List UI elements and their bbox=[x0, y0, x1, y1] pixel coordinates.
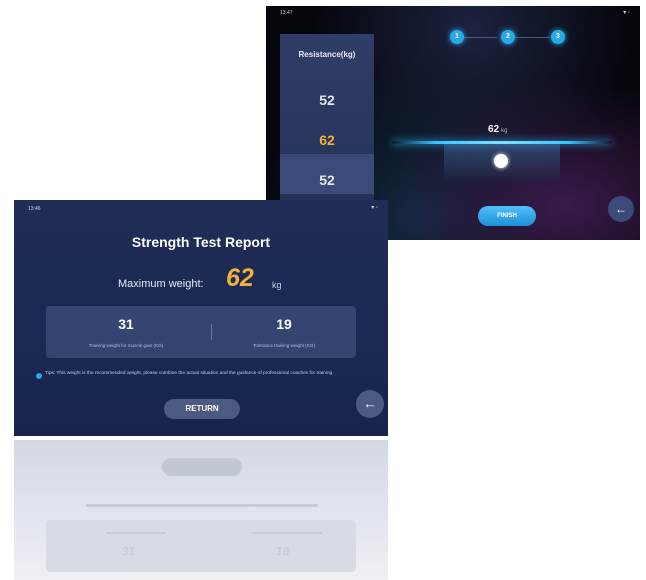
back-button[interactable]: ← bbox=[608, 196, 634, 222]
muscle-gain-weight-value: 31 bbox=[118, 316, 134, 332]
report-screen: 13:46 ▾ ◦ Strength Test Report Maximum w… bbox=[14, 200, 388, 436]
status-icons: ▾ ◦ bbox=[623, 10, 630, 16]
reflection-text-shape bbox=[86, 504, 318, 507]
resistance-option-selected[interactable]: 62 bbox=[280, 132, 374, 148]
status-time: 13:46 bbox=[28, 206, 41, 212]
page-title: Strength Test Report bbox=[131, 234, 271, 250]
tip-text: Tips: This weight is the recommended wei… bbox=[45, 371, 333, 376]
status-icons: ▾ ◦ bbox=[371, 205, 378, 211]
weight-slider-knob[interactable] bbox=[494, 154, 508, 168]
status-time: 13:47 bbox=[280, 10, 293, 16]
screen-reflection: 31 19 bbox=[14, 440, 388, 580]
reflection-card-shape bbox=[46, 520, 356, 572]
resistance-picker[interactable]: Resistance(kg) 52 62 52 bbox=[280, 34, 374, 228]
resistance-option[interactable]: 52 bbox=[280, 92, 374, 108]
reflection-number-2: 19 bbox=[276, 544, 290, 558]
step-3: 3 bbox=[551, 30, 565, 44]
arrow-left-icon: ← bbox=[615, 202, 627, 216]
info-icon bbox=[36, 373, 42, 379]
step-1: 1 bbox=[450, 30, 464, 44]
step-indicator: 1 2 3 bbox=[444, 30, 565, 46]
muscle-gain-weight-label: Training weight for muscle gain (KG) bbox=[88, 343, 164, 348]
reflection-text-shape bbox=[252, 532, 322, 534]
reflection-text-shape bbox=[106, 532, 166, 534]
reflection-button-shape bbox=[162, 458, 242, 476]
resistance-option[interactable]: 52 bbox=[280, 172, 374, 188]
resistance-title: Resistance(kg) bbox=[298, 50, 356, 59]
tolerance-weight-value: 19 bbox=[276, 316, 292, 332]
tolerance-weight-label: Tolerance training weight (KG) bbox=[253, 343, 315, 348]
current-weight-value: 62 bbox=[488, 124, 500, 135]
max-weight-value: 62 bbox=[226, 264, 254, 292]
finish-button[interactable]: FINISH bbox=[478, 206, 536, 226]
arrow-left-icon: ← bbox=[363, 396, 377, 411]
max-weight-label: Maximum weight: bbox=[118, 278, 204, 290]
step-connector bbox=[511, 37, 550, 38]
stats-divider bbox=[211, 324, 212, 340]
stats-card bbox=[46, 306, 356, 358]
step-2: 2 bbox=[501, 30, 515, 44]
current-weight: 62 kg bbox=[488, 124, 507, 135]
current-weight-unit: kg bbox=[501, 128, 508, 134]
return-button[interactable]: RETURN bbox=[164, 399, 240, 419]
back-button[interactable]: ← bbox=[356, 390, 384, 418]
max-weight-unit: kg bbox=[272, 280, 282, 290]
reflection-number-1: 31 bbox=[122, 544, 136, 558]
